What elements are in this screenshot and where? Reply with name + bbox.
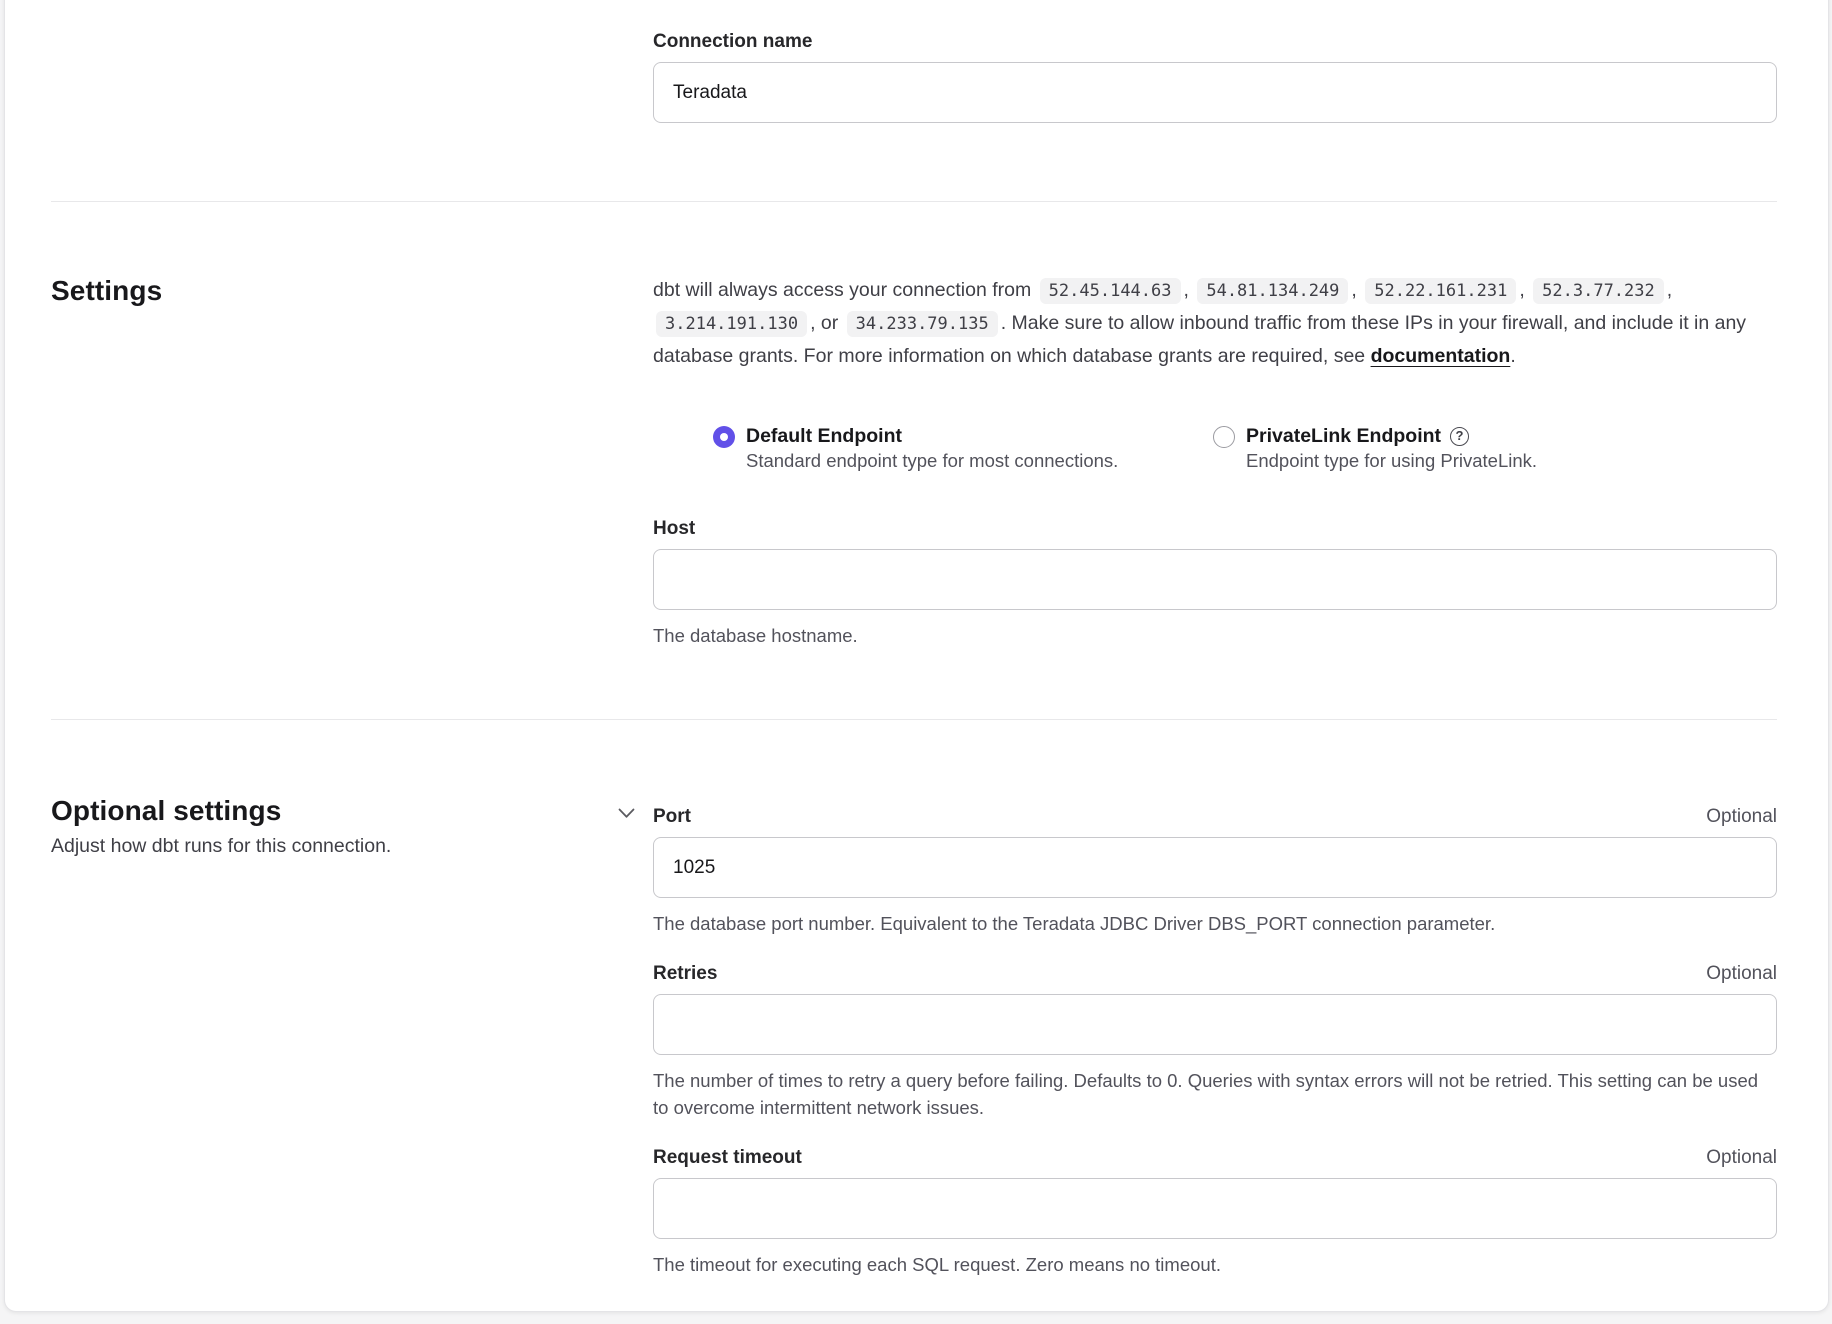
request-timeout-helper-text: The timeout for executing each SQL reque…: [653, 1251, 1777, 1278]
port-input[interactable]: [653, 837, 1777, 898]
host-input[interactable]: [653, 549, 1777, 610]
optional-settings-subheading: Adjust how dbt runs for this connection.: [51, 833, 391, 860]
request-timeout-input[interactable]: [653, 1178, 1777, 1239]
radio-default-endpoint[interactable]: Default Endpoint Standard endpoint type …: [713, 424, 1213, 474]
ip-chip: 34.233.79.135: [847, 311, 998, 337]
ip-chip: 52.45.144.63: [1040, 278, 1181, 304]
ip-chip: 54.81.134.249: [1197, 278, 1348, 304]
request-timeout-field-group: Request timeout Optional The timeout for…: [653, 1147, 1777, 1278]
ip-chip: 52.3.77.232: [1533, 278, 1664, 304]
port-field-group: Port Optional The database port number. …: [653, 806, 1777, 937]
separator: ,: [1667, 279, 1672, 301]
separator: ,: [1351, 279, 1362, 301]
separator: .: [1510, 345, 1515, 367]
optional-badge: Optional: [1706, 806, 1777, 828]
ip-chip: 52.22.161.231: [1365, 278, 1516, 304]
documentation-link[interactable]: documentation: [1371, 345, 1511, 367]
settings-section: Settings dbt will always access your con…: [51, 202, 1777, 719]
radio-privatelink-endpoint-label: PrivateLink Endpoint: [1246, 424, 1441, 448]
request-timeout-label: Request timeout: [653, 1147, 802, 1169]
optional-badge: Optional: [1706, 1147, 1777, 1169]
settings-card: Connection name Settings dbt will always…: [4, 0, 1829, 1312]
optional-settings-section: Optional settings Adjust how dbt runs fo…: [51, 720, 1777, 1308]
radio-default-endpoint-label: Default Endpoint: [746, 424, 1118, 448]
intro-prefix: dbt will always access your connection f…: [653, 279, 1037, 301]
separator: ,: [1519, 279, 1530, 301]
help-question-icon[interactable]: ?: [1450, 427, 1469, 446]
settings-heading: Settings: [51, 274, 653, 308]
retries-input[interactable]: [653, 994, 1777, 1055]
port-helper-text: The database port number. Equivalent to …: [653, 910, 1777, 937]
retries-helper-text: The number of times to retry a query bef…: [653, 1067, 1777, 1121]
ip-allowlist-paragraph: dbt will always access your connection f…: [653, 274, 1777, 372]
collapse-toggle-button[interactable]: [612, 802, 641, 825]
host-helper-text: The database hostname.: [653, 622, 1777, 649]
connection-name-section: Connection name: [51, 1, 1777, 201]
host-field-group: Host The database hostname.: [653, 518, 1777, 649]
optional-settings-heading: Optional settings: [51, 794, 391, 828]
radio-circle-icon[interactable]: [713, 426, 735, 448]
connection-name-input[interactable]: [653, 62, 1777, 123]
retries-field-group: Retries Optional The number of times to …: [653, 963, 1777, 1121]
endpoint-radio-group: Default Endpoint Standard endpoint type …: [713, 424, 1777, 474]
radio-circle-icon[interactable]: [1213, 426, 1235, 448]
chevron-down-icon: [618, 807, 635, 822]
separator: ,: [1184, 279, 1195, 301]
separator: , or: [810, 312, 844, 334]
optional-badge: Optional: [1706, 963, 1777, 985]
radio-privatelink-endpoint-description: Endpoint type for using PrivateLink.: [1246, 450, 1537, 471]
ip-chip: 3.214.191.130: [656, 311, 807, 337]
port-label: Port: [653, 806, 691, 828]
radio-default-endpoint-description: Standard endpoint type for most connecti…: [746, 450, 1118, 471]
retries-label: Retries: [653, 963, 717, 985]
radio-privatelink-endpoint[interactable]: PrivateLink Endpoint ? Endpoint type for…: [1213, 424, 1537, 474]
connection-name-label: Connection name: [653, 31, 812, 53]
host-label: Host: [653, 518, 695, 540]
